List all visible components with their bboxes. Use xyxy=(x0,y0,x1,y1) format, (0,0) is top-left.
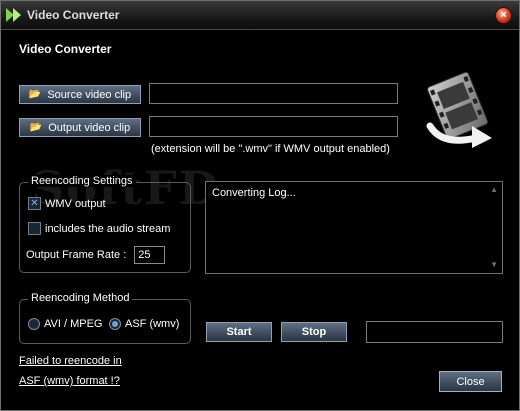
frame-rate-row: Output Frame Rate : 25 xyxy=(26,246,166,264)
output-video-clip-button[interactable]: 📂 Output video clip xyxy=(19,118,141,137)
close-button[interactable]: Close xyxy=(439,371,502,392)
asf-wmv-label: ASF (wmv) xyxy=(125,318,180,330)
frame-rate-label: Output Frame Rate : xyxy=(26,249,127,261)
radio-avi-mpeg[interactable]: AVI / MPEG xyxy=(28,318,102,330)
scroll-up-icon[interactable]: ▲ xyxy=(490,185,498,194)
extension-note: (extension will be ".wmv" if WMV output … xyxy=(151,143,390,155)
video-converter-window: Video Converter × SoftFD Video Converter… xyxy=(0,0,520,411)
status-field xyxy=(366,321,503,343)
checkbox-checked-icon: ✕ xyxy=(28,197,41,210)
source-button-label: Source video clip xyxy=(47,88,132,101)
page-title: Video Converter xyxy=(19,42,112,56)
wmv-output-label: WMV output xyxy=(45,197,106,210)
audio-stream-label: includes the audio stream xyxy=(45,222,171,235)
folder-open-icon: 📂 xyxy=(28,89,42,100)
radio-unselected-icon xyxy=(28,318,40,330)
window-title: Video Converter xyxy=(27,8,120,22)
frame-rate-input[interactable]: 25 xyxy=(134,246,166,264)
source-video-clip-button[interactable]: 📂 Source video clip xyxy=(19,85,141,104)
source-path-field[interactable] xyxy=(149,83,398,104)
stop-button[interactable]: Stop xyxy=(281,322,347,342)
start-button[interactable]: Start xyxy=(206,322,272,342)
close-window-button[interactable]: × xyxy=(495,7,512,24)
audio-stream-checkbox[interactable]: includes the audio stream xyxy=(28,222,170,235)
checkbox-unchecked-icon xyxy=(28,222,41,235)
log-text: Converting Log... xyxy=(212,187,296,199)
radio-selected-icon xyxy=(109,318,121,330)
help-link-line2[interactable]: ASF (wmv) format !? xyxy=(19,375,120,387)
scroll-down-icon[interactable]: ▼ xyxy=(490,260,498,269)
reencoding-settings-legend: Reencoding Settings xyxy=(28,175,136,187)
wmv-output-checkbox[interactable]: ✕ WMV output xyxy=(28,197,106,210)
folder-open-icon: 📂 xyxy=(29,122,43,133)
help-link-line1[interactable]: Failed to reencode in xyxy=(19,355,122,367)
title-bar[interactable]: Video Converter × xyxy=(1,1,519,30)
radio-asf-wmv[interactable]: ASF (wmv) xyxy=(109,318,179,330)
converting-log[interactable]: Converting Log... ▲ ▼ xyxy=(205,181,503,274)
output-button-label: Output video clip xyxy=(48,121,131,134)
close-icon: × xyxy=(500,9,507,21)
output-path-field[interactable] xyxy=(149,116,398,137)
film-convert-icon xyxy=(426,71,492,148)
play-arrows-icon xyxy=(6,8,21,22)
reencoding-method-legend: Reencoding Method xyxy=(28,292,133,304)
avi-mpeg-label: AVI / MPEG xyxy=(44,318,103,330)
